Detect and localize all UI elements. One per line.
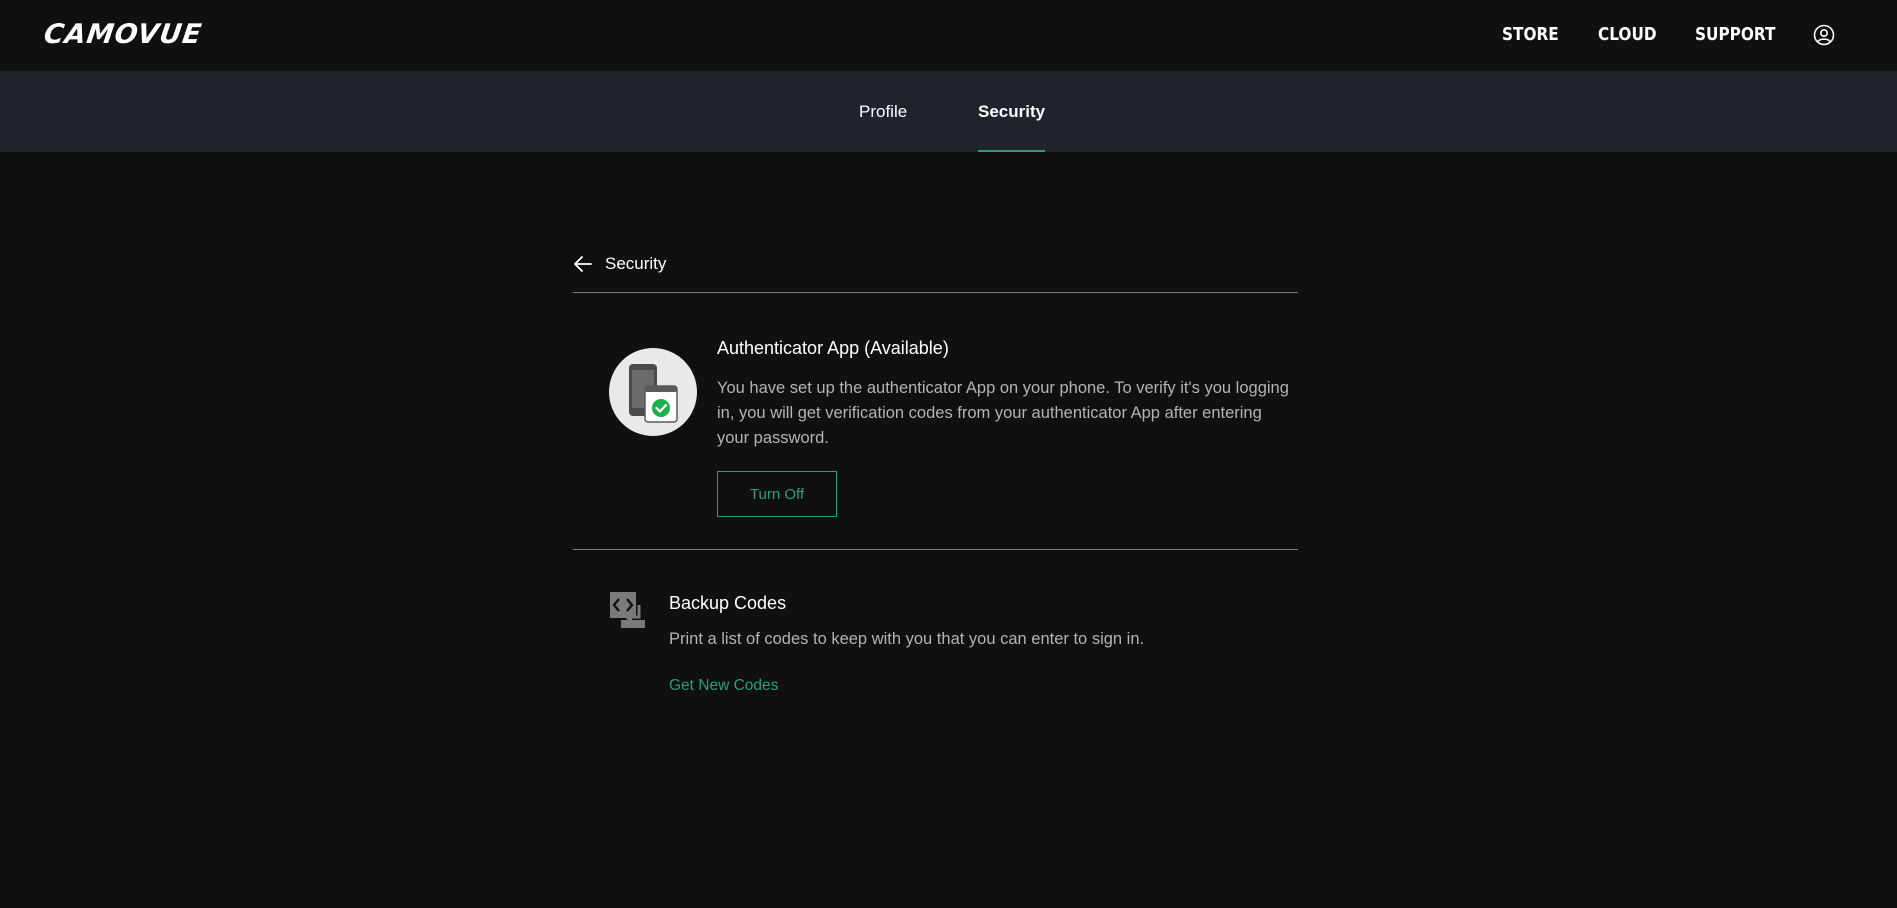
account-subnav: Profile Security	[0, 71, 1897, 152]
page-title: Security	[605, 254, 667, 273]
tab-profile-label: Profile	[859, 102, 908, 121]
phone-check-icon	[629, 364, 678, 423]
nav-support-link[interactable]: SUPPORT	[1695, 22, 1775, 48]
tab-security-label: Security	[978, 102, 1046, 121]
section-divider	[573, 549, 1298, 550]
turn-off-button[interactable]: Turn Off	[717, 471, 837, 517]
camovue-logo[interactable]: CAMOVUE	[42, 19, 204, 50]
page-header: Security	[573, 252, 1298, 276]
tab-security[interactable]: Security	[978, 71, 1046, 152]
get-new-codes-link[interactable]: Get New Codes	[669, 677, 778, 695]
nav-cloud-link[interactable]: CLOUD	[1598, 22, 1657, 48]
authenticator-description: You have set up the authenticator App on…	[717, 379, 1289, 447]
user-circle-icon[interactable]	[1813, 24, 1835, 46]
active-tab-indicator	[978, 150, 1046, 152]
section-divider	[573, 292, 1298, 293]
authenticator-icon-badge	[609, 348, 697, 436]
code-swap-icon	[610, 592, 645, 628]
backup-codes-description: Print a list of codes to keep with you t…	[669, 630, 1145, 648]
nav-store-link[interactable]: STORE	[1502, 22, 1559, 48]
backup-codes-title: Backup Codes	[669, 593, 787, 613]
top-header: CAMOVUE STORE CLOUD SUPPORT	[0, 0, 1897, 70]
arrow-left-icon[interactable]	[573, 255, 593, 273]
authenticator-title: Authenticator App (Available)	[717, 338, 949, 358]
tab-profile[interactable]: Profile	[859, 71, 907, 152]
